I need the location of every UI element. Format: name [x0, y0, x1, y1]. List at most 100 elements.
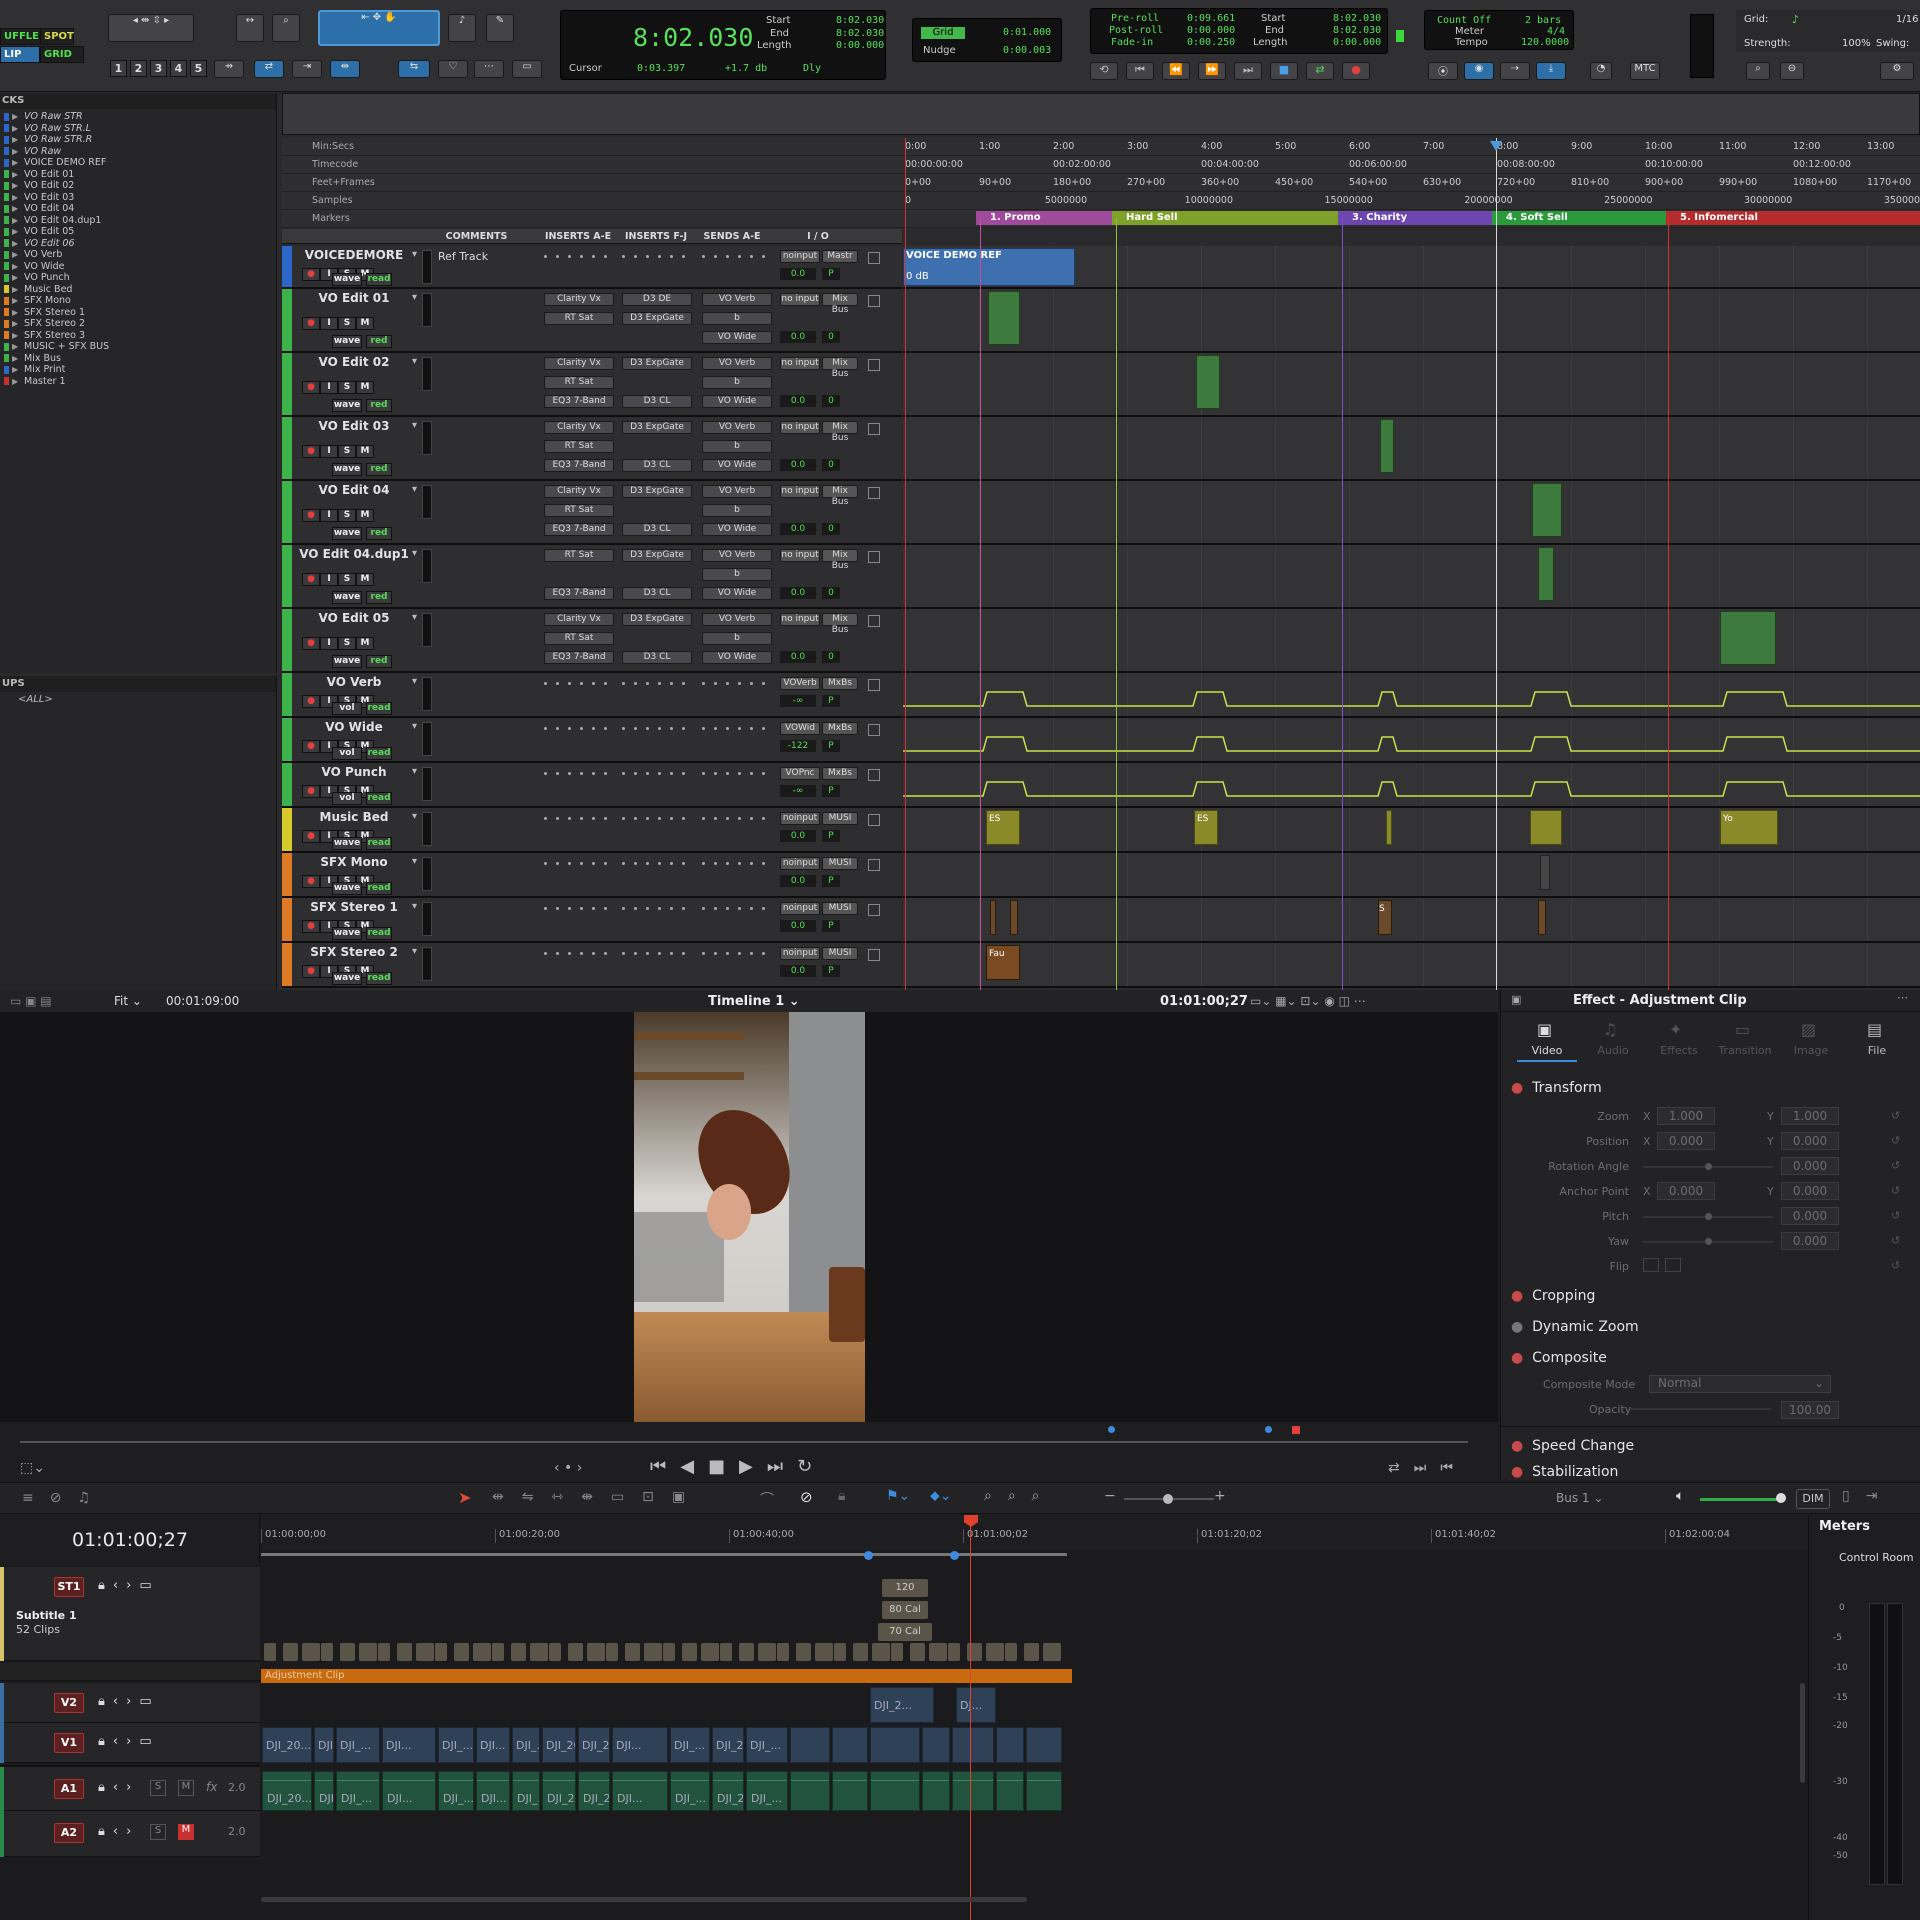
insert-slot[interactable]: D3 ExpGate	[622, 485, 692, 498]
track-playlist-lane[interactable]	[903, 718, 1920, 763]
preroll-value[interactable]: 0:09.661	[1187, 13, 1235, 24]
a1-track-icons[interactable]: 🔒︎‹›	[98, 1780, 139, 1795]
fadein-label[interactable]: Fade-in	[1111, 37, 1153, 48]
flip-vertical-icon[interactable]	[1665, 1258, 1681, 1272]
a1-clip[interactable]: DJI...	[476, 1771, 510, 1811]
mute-button[interactable]: M	[356, 573, 374, 586]
record-icon[interactable]: ●	[1342, 62, 1370, 80]
a1-clip[interactable]	[1026, 1771, 1062, 1811]
record-arm-button[interactable]: ●	[302, 830, 320, 843]
track-playlist-lane[interactable]	[903, 481, 1920, 545]
a1-clip[interactable]: DJI_20...	[542, 1771, 576, 1811]
insert-slot[interactable]: EQ3 7-Band	[544, 587, 614, 600]
track-comment[interactable]: Ref Track	[438, 250, 488, 263]
subtitle-clip[interactable]	[492, 1643, 504, 1661]
view-selector[interactable]: wave	[332, 463, 362, 476]
flip-horizontal-icon[interactable]	[1643, 1258, 1659, 1272]
v1-clip[interactable]: DJI_2...	[712, 1727, 744, 1763]
count-off-bars[interactable]: 2 bars	[1525, 15, 1561, 26]
edit-tools-icons[interactable]: ⇹⇋⇿⇼▭⊡▣	[492, 1489, 703, 1505]
solo-button[interactable]: S	[338, 573, 356, 586]
inserts-fj-column-header[interactable]: INSERTS F-J	[620, 231, 692, 242]
bus-dropdown[interactable]: Bus 1 ⌄	[1556, 1491, 1603, 1505]
scrub-marker-blue-2[interactable]	[1265, 1426, 1272, 1433]
subtitle-clip[interactable]	[321, 1643, 333, 1661]
zoom-mode-icons[interactable]: ⌕⌕⌕	[984, 1488, 1056, 1504]
destructive-punch-icon[interactable]: ⤓	[1536, 62, 1566, 80]
track-playlist-lane[interactable]: ES ES Yo	[903, 808, 1920, 853]
output-window-icon[interactable]	[868, 769, 880, 781]
send-slot[interactable]: VO Verb	[702, 421, 772, 434]
output-selector[interactable]: MxBs	[822, 767, 858, 780]
insert-slot[interactable]: RT Sat	[544, 504, 614, 517]
opacity-field[interactable]: 100.00	[1781, 1401, 1839, 1419]
stabilization-dot-icon[interactable]: ●	[1511, 1464, 1523, 1480]
track-row[interactable]: SFX Stereo 2 ▾ ● I S Mwave read noinput MUSI 0.0 P	[282, 943, 902, 988]
toolbar-extra-icons[interactable]: ▯⇥	[1842, 1488, 1893, 1504]
automation-mode-selector[interactable]: read	[366, 972, 392, 985]
fadein-value[interactable]: 0:00.250	[1187, 37, 1235, 48]
volume-readout[interactable]: 0.0	[780, 587, 816, 599]
track-list-item[interactable]: ▶ SFX Stereo 1	[0, 307, 276, 319]
subtitle-clip[interactable]	[872, 1643, 890, 1661]
link-track-icon[interactable]: ⇸	[214, 60, 244, 78]
send-slot[interactable]: VO Verb	[702, 613, 772, 626]
subtitle-clip[interactable]	[891, 1643, 903, 1661]
track-row[interactable]: VO Edit 04 ▾ ● I S Mwave red Clarity Vx RT Sat EQ…	[282, 481, 902, 545]
audio-clip[interactable]	[1380, 419, 1394, 473]
a1-clip[interactable]: DJI...	[612, 1771, 668, 1811]
track-list-item[interactable]: ▶ VO Edit 04.dup1	[0, 215, 276, 227]
subtitle-clip[interactable]	[530, 1643, 548, 1661]
volume-slider[interactable]	[1700, 1498, 1780, 1501]
insert-slot[interactable]: EQ3 7-Band	[544, 523, 614, 536]
track-row[interactable]: VO Verb ▾ ● I S Mvol read VOVerb MxBs -∞ P	[282, 673, 902, 718]
zoom-out-icon[interactable]: ⊖	[1780, 62, 1804, 80]
v1-clip[interactable]	[870, 1727, 920, 1763]
output-selector[interactable]: MxBs	[822, 677, 858, 690]
track-name[interactable]: VOICEDEMORE	[294, 248, 414, 262]
v1-clip[interactable]: DJI_...	[438, 1727, 474, 1763]
snapping-icon[interactable]: ⌒	[760, 1489, 774, 1509]
match-frame-icons[interactable]: ⇄⏭⏮	[1388, 1460, 1467, 1476]
input-selector[interactable]: no input	[780, 421, 820, 434]
pan-readout[interactable]: P	[822, 875, 840, 887]
a1-clip[interactable]: DJI_...	[314, 1771, 334, 1811]
zoom-tool-icon[interactable]: ⌕	[272, 14, 300, 42]
automation-mode-selector[interactable]: red	[366, 527, 392, 540]
output-window-icon[interactable]	[868, 487, 880, 499]
v1-clip[interactable]: DJI...	[382, 1727, 436, 1763]
marker[interactable]: Hard Sell	[1112, 211, 1338, 225]
track-row[interactable]: VO Edit 04.dup1 ▾ ● I S Mwave red RT Sat EQ3 7-B…	[282, 545, 902, 609]
selection-tool-icon[interactable]: ➤	[458, 1488, 471, 1507]
slip-mode-button[interactable]: LIP	[0, 46, 40, 63]
v2-track-icons[interactable]: 🔒︎‹›▭	[98, 1694, 160, 1709]
v1-clip[interactable]: DJI...	[476, 1727, 510, 1763]
output-window-icon[interactable]	[868, 904, 880, 916]
output-window-icon[interactable]	[868, 252, 880, 264]
pan-readout[interactable]: 0	[822, 587, 840, 599]
linked-selection-icon[interactable]: ⊘	[800, 1488, 813, 1506]
mute-button[interactable]: M	[356, 509, 374, 522]
v2-clip[interactable]: DJ...	[956, 1687, 996, 1723]
dynamic-zoom-dot-icon[interactable]: ●	[1511, 1319, 1523, 1335]
view-selector[interactable]: vol	[332, 792, 362, 805]
view-selector[interactable]: wave	[332, 591, 362, 604]
opacity-slider[interactable]	[1631, 1408, 1771, 1410]
reset-icon[interactable]: ↺	[1891, 1184, 1900, 1197]
a2-track-icons[interactable]: 🔒︎‹›	[98, 1824, 139, 1839]
pan-readout[interactable]: 0	[822, 523, 840, 535]
automation-path[interactable]	[903, 691, 1920, 707]
nudge-value[interactable]: 0:00.003	[1003, 45, 1051, 56]
timeline-timecode[interactable]: 01:01:00;27	[72, 1529, 188, 1551]
input-monitor-button[interactable]: I	[320, 381, 338, 394]
v1-track-icons[interactable]: 🔒︎‹›▭	[98, 1734, 160, 1749]
audio-clip[interactable]	[1538, 547, 1554, 601]
universe-overview[interactable]	[282, 93, 1920, 135]
subtitle-clip[interactable]	[378, 1643, 390, 1661]
v1-clip[interactable]	[922, 1727, 950, 1763]
automation-mode-selector[interactable]: read	[366, 792, 392, 805]
send-slot[interactable]: VO Wide	[702, 459, 772, 472]
output-selector[interactable]: MUSI	[822, 902, 858, 915]
track-name[interactable]: VO Edit 03	[294, 419, 414, 433]
track-list-item[interactable]: ▶ VO Edit 03	[0, 192, 276, 204]
